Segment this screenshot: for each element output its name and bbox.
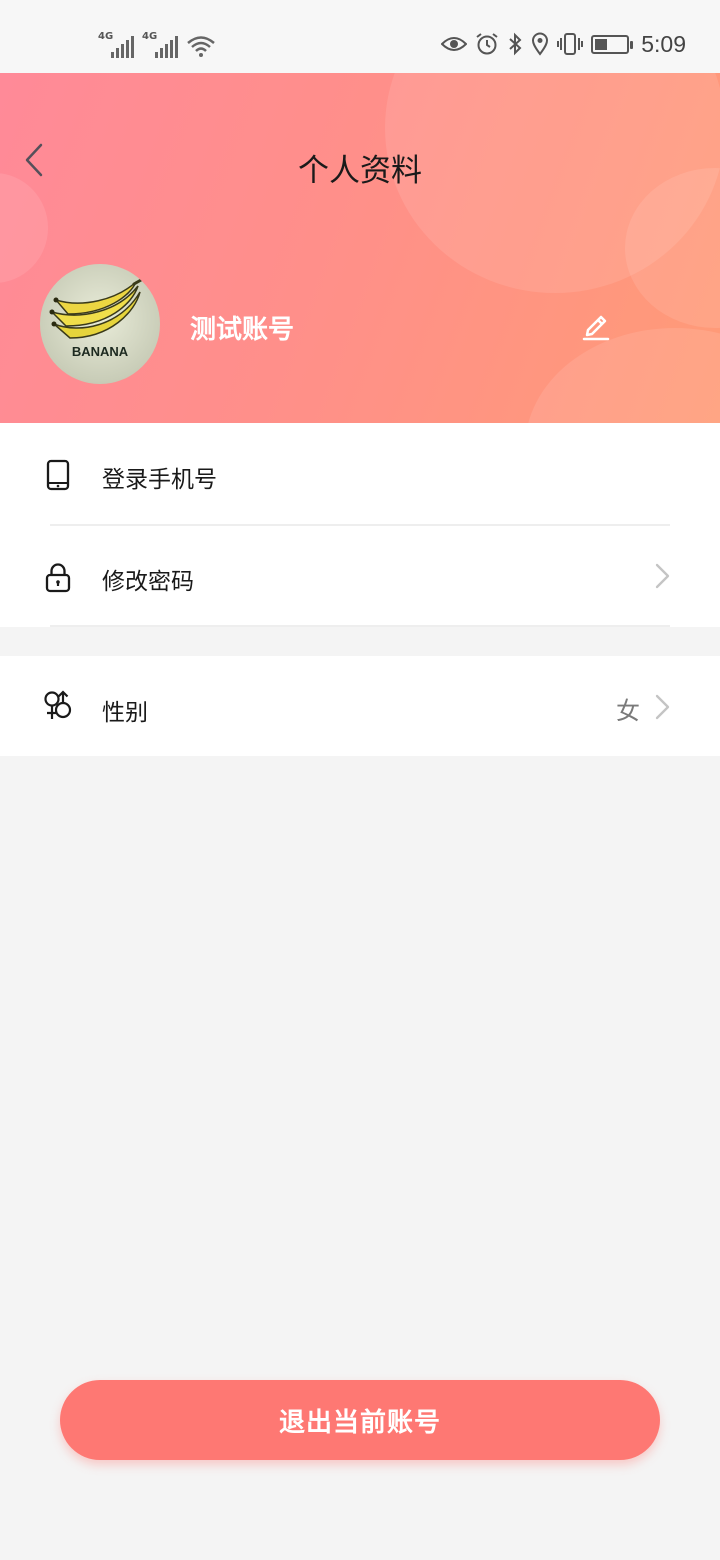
avatar-caption: BANANA [71,344,129,359]
chevron-right-icon [655,563,670,589]
status-time: 5:09 [641,30,686,57]
battery-icon [591,34,634,54]
phone-number-label: 登录手机号 [102,467,217,493]
avatar[interactable]: BANANA [40,264,160,384]
bluetooth-icon [509,32,522,56]
location-icon [532,32,549,56]
pencil-icon [582,315,610,341]
change-password-label: 修改密码 [102,569,194,595]
header-bubble-decoration [525,328,720,423]
banana-image [49,278,143,339]
phone-number-row[interactable]: 登录手机号 [0,423,720,525]
status-right: 5:09 [441,29,686,59]
gender-icon [44,690,72,719]
lock-icon [45,563,71,593]
signal-icon: 4G [142,31,178,58]
user-name: 测试账号 [190,315,295,345]
gender-label: 性别 [102,700,148,726]
edit-profile-button[interactable] [580,309,612,341]
alarm-icon [476,33,498,55]
status-bar: 4G 4G 5:09 [0,0,720,73]
logout-button[interactable]: 退出当前账号 [60,1380,660,1460]
page-title: 个人资料 [298,153,422,189]
chevron-right-icon [655,694,670,720]
status-left: 4G 4G [98,30,216,58]
signal-icon: 4G [98,31,134,58]
gender-row[interactable]: 性别 女 [0,656,720,756]
change-password-row[interactable]: 修改密码 [0,525,720,627]
divider [50,625,670,627]
eye-icon [441,37,468,51]
profile-header: 个人资料 BANANA 测试账号 [0,73,720,423]
wifi-icon [187,36,215,57]
account-settings-card: 登录手机号 修改密码 [0,423,720,627]
gender-value: 女 [616,697,640,725]
tablet-icon [46,459,70,491]
personal-info-card: 性别 女 [0,656,720,756]
vibrate-icon [557,33,584,55]
